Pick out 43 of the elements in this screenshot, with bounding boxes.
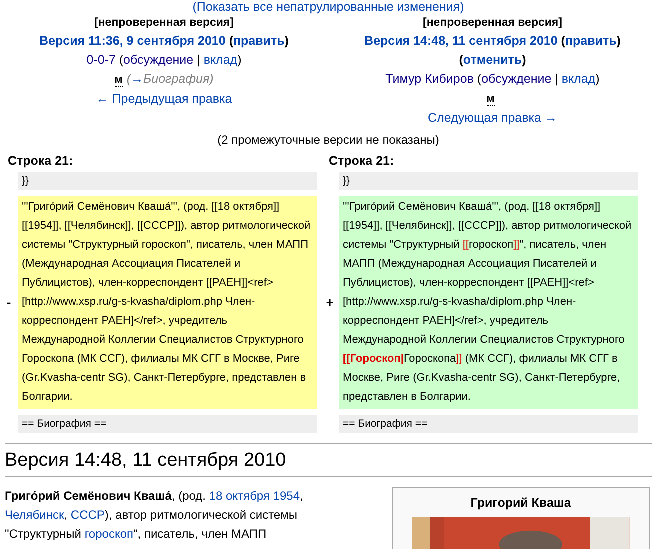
link[interactable]: вклад [204, 53, 238, 67]
version-line: (отменить) [459, 52, 526, 69]
diff-context: == Биография == [339, 415, 638, 433]
version-line: Версия 11:36, 9 сентября 2010 (править) [40, 33, 289, 50]
diff-context: == Биография == [18, 415, 317, 433]
link[interactable]: Челябинск [5, 508, 64, 522]
version-line: Версия 14:48, 11 сентября 2010 (править) [364, 33, 621, 50]
user-line: 0-0-7 (обсуждение | вклад) [86, 52, 242, 69]
line-label: Строка 21: [328, 153, 396, 169]
section-link[interactable]: → [130, 72, 144, 86]
revision-status: [непроверенная версия] [423, 16, 562, 31]
link[interactable]: отменить [463, 53, 522, 67]
minor-edit-mark: м [114, 74, 123, 87]
link[interactable]: обсуждение [482, 72, 552, 86]
link[interactable]: вклад [562, 72, 596, 86]
link[interactable]: СССР [70, 508, 105, 522]
revision-status: [непроверенная версия] [94, 16, 234, 31]
diff-changed-text: '''Григо́рий Семёнович Кваша́''', (род. [[18 октября]] [[1954]], [[Челябинск]], [[СССР]]), автор ритмологической системы "Структурный гороскоп", писатель, член МАПП (Международная Ассоциация Писателей и Публицистов), член-корреспондент [[РАЕН]]<ref>[http://www.xsp.ru/g-s-kvasha/diplom.php Член-корреспондент РАЕН]</ref>, учредитель Международной Коллегии Специалистов Структурного Гороскопа (МК ССГ), филиалы МК СГГ в Москве, Риге (Gr.Kvasha-centr SG), Санкт-Петербурге, представлен в Болгарии. [18, 196, 317, 409]
link[interactable]: править [233, 34, 285, 48]
diff-context: }} [18, 172, 317, 190]
article-paragraph: Григо́рий Семёнович Кваша́, (род. 18 октября 1954, Челябинск, СССР), автор ритмологической системы "Структурный гороскоп", писатель, член МАПП [5, 488, 304, 543]
link[interactable]: ← Предыдущая правка [96, 92, 232, 106]
link[interactable]: 0-0-7 [86, 53, 116, 67]
link[interactable]: Тимур Кибиров [386, 72, 474, 86]
link[interactable]: 18 октября 1954 [209, 489, 300, 503]
user-line: Тимур Кибиров (обсуждение | вклад) [386, 71, 600, 88]
line-label: Строка 21: [7, 153, 74, 169]
link[interactable]: гороскоп [84, 527, 134, 541]
link[interactable]: править [565, 34, 617, 48]
link[interactable]: Следующая правка → [428, 111, 558, 125]
link[interactable]: Версия 11:36, 9 сентября 2010 [40, 34, 226, 48]
diff-marker: - [6, 294, 12, 312]
infobox-title: Григорий Кваша [470, 495, 572, 512]
show-unpatrolled-link[interactable]: (Показать все непатрулированные изменения) [192, 0, 464, 15]
link[interactable]: Версия 14:48, 11 сентября 2010 [364, 34, 558, 48]
diff-changed-text: '''Григо́рий Семёнович Кваша́''', (род. [[18 октября]] [[1954]], [[Челябинск]], [[СССР]]), автор ритмологической системы "Структурный [[гороскоп]]", писатель, член МАПП (Международная Ассоциация Писателей и Публицистов), член-корреспондент [[РАЕН]]<ref>[http://www.xsp.ru/g-s-kvasha/diplom.php Член-корреспондент РАЕН]</ref>, учредитель Международной Коллегии Специалистов Структурного [[Гороскоп|Гороскопа]] (МК ССГ), филиалы МК СГГ в Москве, Риге (Gr.Kvasha-centr SG), Санкт-Петербурге, представлен в Болгарии. [339, 196, 638, 409]
revision-heading: Версия 14:48, 11 сентября 2010 [5, 448, 652, 477]
diff-marker: + [326, 294, 334, 312]
link[interactable]: обсуждение [124, 53, 194, 67]
diff-context: }} [339, 172, 638, 190]
minor-edit-mark: м [486, 93, 495, 106]
summary-line: м (→Биография) [114, 71, 214, 89]
hidden-versions-note: (2 промежуточные версии не показаны) [218, 132, 440, 148]
